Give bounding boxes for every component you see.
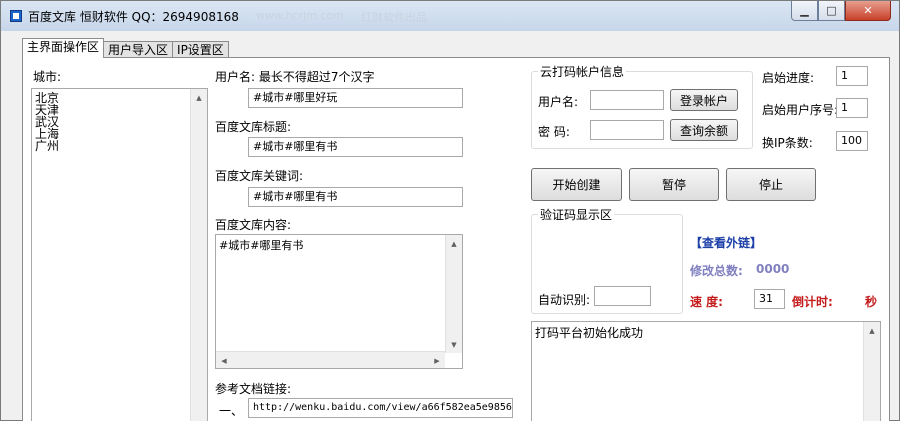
- city-label: 城市:: [33, 70, 62, 84]
- doc-keywords-field[interactable]: #城市#哪里有书: [248, 187, 463, 207]
- ref-index: 一、: [219, 404, 244, 418]
- start-user-index-field[interactable]: 1: [836, 98, 868, 118]
- countdown-label: 倒计时:: [792, 295, 833, 309]
- captcha-pwd-label: 密 码:: [538, 125, 570, 139]
- app-icon: [10, 10, 22, 22]
- scroll-up-icon[interactable]: ▲: [191, 89, 207, 106]
- content-vscrollbar[interactable]: ▲ ▼: [445, 235, 462, 353]
- auto-recognize-label: 自动识别:: [538, 293, 591, 307]
- speed-field[interactable]: 31: [754, 289, 785, 309]
- pause-button[interactable]: 暂停: [629, 168, 719, 201]
- tab-main-operation[interactable]: 主界面操作区: [22, 38, 105, 58]
- modified-total-label: 修改总数:: [690, 264, 743, 278]
- window-controls: ▁ □ ✕: [791, 1, 891, 22]
- start-user-index-label: 启始用户序号:: [762, 103, 839, 117]
- ip-change-label: 换IP条数:: [762, 136, 813, 150]
- log-text: 打码平台初始化成功: [535, 326, 644, 340]
- view-external-link[interactable]: 【查看外链】: [690, 234, 762, 251]
- stop-button[interactable]: 停止: [726, 168, 816, 201]
- log-textarea[interactable]: 打码平台初始化成功 ▲: [531, 321, 881, 421]
- captcha-user-label: 用户名:: [538, 95, 579, 109]
- maximize-icon[interactable]: □: [818, 1, 845, 21]
- title-bar[interactable]: 百度文库 恒财软件 QQ：2694908168 www.hcrjm.com 红财…: [1, 1, 899, 31]
- title-ghost-text-1: www.hcrjm.com: [256, 9, 344, 22]
- query-balance-button[interactable]: 查询余额: [670, 119, 738, 141]
- content-hscrollbar[interactable]: ◀ ▶: [216, 351, 445, 368]
- captcha-user-field[interactable]: [590, 90, 664, 110]
- start-progress-field[interactable]: 1: [836, 66, 868, 86]
- username-label: 用户名: 最长不得超过7个汉字: [215, 70, 375, 84]
- start-create-button[interactable]: 开始创建: [531, 168, 622, 201]
- doc-content-textarea[interactable]: #城市#哪里有书 ▲ ▼ ◀ ▶: [215, 234, 463, 369]
- start-progress-label: 启始进度:: [762, 71, 815, 85]
- scroll-up-icon[interactable]: ▲: [864, 322, 880, 339]
- main-window: 百度文库 恒财软件 QQ：2694908168 www.hcrjm.com 红财…: [0, 0, 900, 421]
- tab-strip: 主界面操作区 用户导入区 IP设置区: [22, 38, 229, 58]
- log-scrollbar[interactable]: ▲: [863, 322, 880, 421]
- close-icon[interactable]: ✕: [845, 1, 891, 21]
- title-ghost-text-2: 红财软件出品: [361, 11, 427, 24]
- login-account-button[interactable]: 登录帐户: [670, 89, 738, 111]
- doc-keywords-label: 百度文库关键词:: [215, 169, 304, 183]
- ref-link-label: 参考文档链接:: [215, 382, 292, 396]
- modified-total-value: 0000: [756, 262, 790, 276]
- auto-recognize-field[interactable]: [594, 286, 651, 306]
- list-item[interactable]: 广州: [35, 140, 59, 152]
- city-listbox[interactable]: 北京 天津 武汉 上海 广州 ▲: [31, 88, 208, 421]
- captcha-pwd-field[interactable]: [590, 120, 664, 140]
- tab-ip-settings[interactable]: IP设置区: [172, 41, 229, 58]
- doc-title-field[interactable]: #城市#哪里有书: [248, 137, 463, 157]
- ref-url-field[interactable]: http://wenku.baidu.com/view/a66f582ea5e9…: [248, 398, 513, 418]
- tab-user-import[interactable]: 用户导入区: [103, 41, 174, 58]
- seconds-unit: 秒: [865, 295, 878, 309]
- scroll-up-icon[interactable]: ▲: [446, 235, 462, 252]
- captcha-account-title: 云打码帐户信息: [538, 63, 627, 80]
- scroll-left-icon[interactable]: ◀: [216, 352, 232, 368]
- doc-title-label: 百度文库标题:: [215, 120, 292, 134]
- doc-content-label: 百度文库内容:: [215, 218, 292, 232]
- ip-change-field[interactable]: 100: [836, 131, 868, 151]
- window-title: 百度文库 恒财软件 QQ：2694908168: [28, 10, 239, 24]
- scroll-right-icon[interactable]: ▶: [429, 352, 445, 368]
- username-field[interactable]: #城市#哪里好玩: [248, 88, 463, 108]
- minimize-icon[interactable]: ▁: [791, 1, 818, 21]
- doc-content-text: #城市#哪里有书: [219, 239, 304, 252]
- city-scrollbar[interactable]: ▲: [190, 89, 207, 421]
- captcha-display-title: 验证码显示区: [538, 206, 615, 223]
- speed-label: 速 度:: [690, 295, 723, 309]
- scroll-down-icon[interactable]: ▼: [446, 336, 462, 353]
